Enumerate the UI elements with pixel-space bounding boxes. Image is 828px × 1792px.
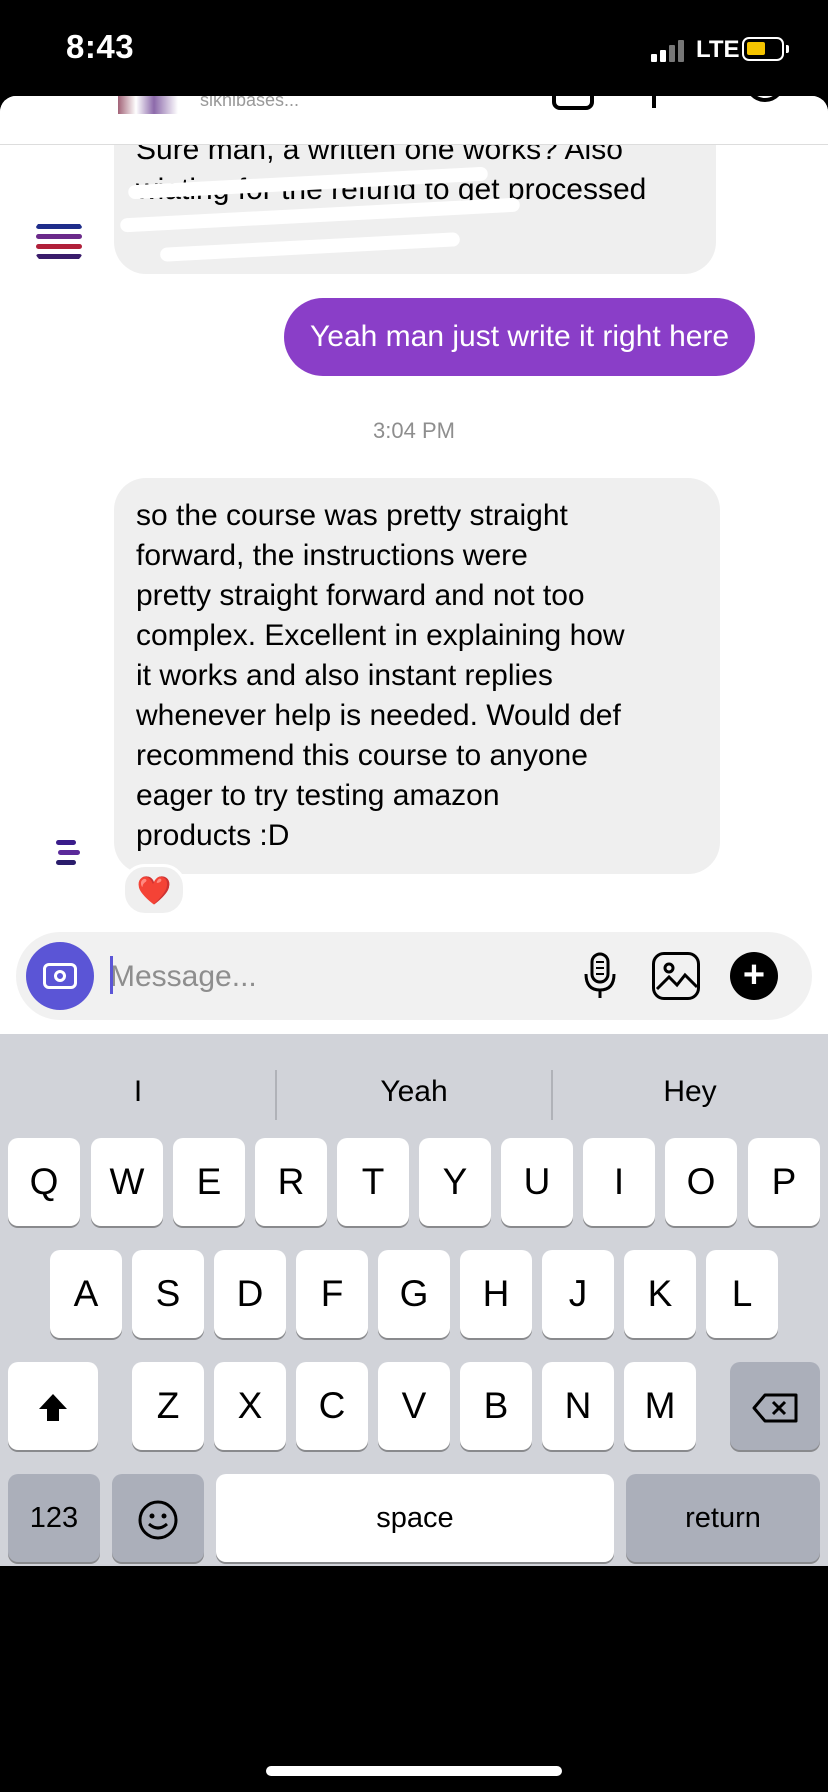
- key-g[interactable]: G: [378, 1250, 450, 1338]
- key-x[interactable]: X: [214, 1362, 286, 1450]
- message-line: whenever help is needed. Would def: [136, 699, 621, 732]
- key-t[interactable]: T: [337, 1138, 409, 1226]
- key-l[interactable]: L: [706, 1250, 778, 1338]
- key-h[interactable]: H: [460, 1250, 532, 1338]
- message-line: eager to try testing amazon: [136, 779, 500, 812]
- space-key[interactable]: space: [216, 1474, 614, 1562]
- key-p[interactable]: P: [748, 1138, 820, 1226]
- video-call-icon[interactable]: [552, 96, 594, 110]
- message-line: it works and also instant replies: [136, 659, 553, 692]
- key-e[interactable]: E: [173, 1138, 245, 1226]
- key-z[interactable]: Z: [132, 1362, 204, 1450]
- header-username[interactable]: sikhibases...: [200, 96, 299, 111]
- key-y[interactable]: Y: [419, 1138, 491, 1226]
- key-r[interactable]: R: [255, 1138, 327, 1226]
- key-v[interactable]: V: [378, 1362, 450, 1450]
- backspace-key[interactable]: [730, 1362, 820, 1450]
- key-k[interactable]: K: [624, 1250, 696, 1338]
- key-a[interactable]: A: [50, 1250, 122, 1338]
- key-i[interactable]: I: [583, 1138, 655, 1226]
- key-f[interactable]: F: [296, 1250, 368, 1338]
- suggestion[interactable]: Hey: [552, 1062, 828, 1122]
- message-composer: +: [16, 932, 812, 1020]
- camera-button[interactable]: [26, 942, 94, 1010]
- network-label: LTE: [696, 36, 740, 63]
- heart-reaction[interactable]: ❤️: [122, 864, 186, 916]
- key-n[interactable]: N: [542, 1362, 614, 1450]
- key-q[interactable]: Q: [8, 1138, 80, 1226]
- key-w[interactable]: W: [91, 1138, 163, 1226]
- suggestion[interactable]: Yeah: [276, 1062, 552, 1122]
- add-icon[interactable]: +: [730, 952, 778, 1000]
- status-bar: 8:43 LTE: [0, 0, 828, 96]
- message-timestamp: 3:04 PM: [373, 418, 455, 443]
- phone-icon[interactable]: [652, 96, 656, 108]
- return-key[interactable]: return: [626, 1474, 820, 1562]
- message-line: so the course was pretty straight: [136, 499, 568, 532]
- suggestion[interactable]: I: [0, 1062, 276, 1122]
- outgoing-message-text: Yeah man just write it right here: [310, 320, 730, 353]
- shift-key[interactable]: [8, 1362, 98, 1450]
- key-d[interactable]: D: [214, 1250, 286, 1338]
- status-time: 8:43: [66, 28, 135, 65]
- microphone-icon[interactable]: [582, 952, 618, 1000]
- backspace-icon: [752, 1393, 798, 1423]
- key-u[interactable]: U: [501, 1138, 573, 1226]
- key-b[interactable]: B: [460, 1362, 532, 1450]
- numbers-key[interactable]: 123: [8, 1474, 100, 1562]
- battery-icon: [742, 37, 789, 61]
- key-o[interactable]: O: [665, 1138, 737, 1226]
- keyboard: I Yeah Hey Q W E R T Y U I O P A S D F G…: [0, 1034, 828, 1566]
- shift-icon: [39, 1394, 67, 1422]
- key-j[interactable]: J: [542, 1250, 614, 1338]
- message-line: forward, the instructions were: [136, 539, 528, 572]
- message-line: products :D: [136, 819, 290, 852]
- home-indicator[interactable]: [266, 1766, 562, 1776]
- message-line: complex. Excellent in explaining how: [136, 619, 625, 652]
- text-caret: [110, 956, 113, 994]
- info-icon[interactable]: [745, 96, 785, 102]
- chat-header: sikhibases...: [0, 96, 828, 145]
- emoji-key[interactable]: [112, 1474, 204, 1562]
- message-input[interactable]: [108, 950, 492, 1004]
- key-m[interactable]: M: [624, 1362, 696, 1450]
- incoming-message[interactable]: so the course was pretty straight forwar…: [114, 478, 720, 874]
- sender-avatar[interactable]: [32, 214, 86, 268]
- message-line: recommend this course to anyone: [136, 739, 588, 772]
- signal-icon: [651, 38, 689, 62]
- gallery-icon[interactable]: [652, 952, 700, 1000]
- key-s[interactable]: S: [132, 1250, 204, 1338]
- outgoing-message[interactable]: Yeah man just write it right here: [284, 298, 756, 376]
- message-line: pretty straight forward and not too: [136, 579, 585, 612]
- key-c[interactable]: C: [296, 1362, 368, 1450]
- header-avatar[interactable]: [118, 96, 178, 114]
- emoji-icon: [138, 1500, 178, 1540]
- sender-avatar[interactable]: [32, 826, 86, 880]
- chat-screen: sikhibases... Sure man, a written one wo…: [0, 96, 828, 1566]
- camera-icon: [43, 963, 77, 989]
